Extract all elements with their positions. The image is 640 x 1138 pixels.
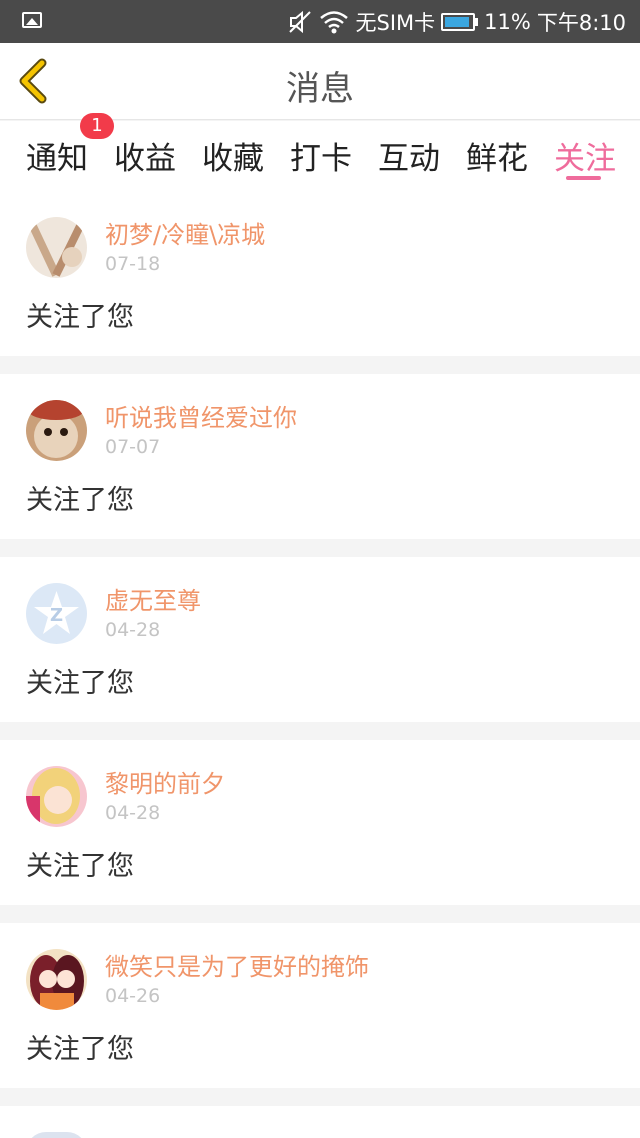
header: 消息 [0, 43, 640, 120]
list-item[interactable]: 初梦/冷瞳\凉城 07-18 关注了您 [0, 191, 640, 356]
list-item[interactable]: 听说我曾经爱过你 07-07 关注了您 [0, 374, 640, 539]
tab-interactions[interactable]: 互动 [378, 133, 440, 178]
tab-earnings[interactable]: 收益 [114, 133, 176, 178]
user-name[interactable]: 虚无至尊 [105, 581, 201, 616]
user-name[interactable]: 微笑只是为了更好的掩饰 [105, 947, 369, 982]
page-title: 消息 [286, 69, 354, 109]
list-item[interactable]: 微笑只是为了更好的掩饰 04-26 关注了您 [0, 923, 640, 1088]
carrier-text: 无SIM卡 [355, 10, 436, 35]
avatar[interactable] [26, 1132, 87, 1138]
avatar[interactable] [26, 949, 87, 1010]
date: 07-07 [105, 436, 161, 458]
battery-icon [441, 12, 479, 31]
user-name[interactable]: 初梦/冷瞳\凉城 [105, 215, 265, 250]
date: 07-18 [105, 253, 161, 275]
message-text: 关注了您 [26, 1034, 134, 1065]
avatar[interactable]: Z [26, 583, 87, 644]
list-item[interactable]: Z 虚无至尊 04-28 关注了您 [0, 557, 640, 722]
avatar[interactable] [26, 766, 87, 827]
message-text: 关注了您 [26, 851, 134, 882]
list-item-partial[interactable] [0, 1106, 640, 1138]
user-name[interactable]: 黎明的前夕 [105, 764, 225, 799]
svg-text:Z: Z [50, 605, 63, 626]
tab-follows[interactable]: 关注 [554, 133, 616, 178]
user-name[interactable]: 听说我曾经爱过你 [105, 398, 297, 433]
tab-flowers[interactable]: 鲜花 [466, 133, 528, 178]
avatar[interactable] [26, 400, 87, 461]
message-text: 关注了您 [26, 485, 134, 516]
tab-notifications[interactable]: 通知 [26, 133, 88, 178]
wifi-icon [319, 10, 349, 34]
tab-checkin[interactable]: 打卡 [290, 133, 352, 178]
active-tab-indicator [566, 176, 601, 180]
message-text: 关注了您 [26, 302, 134, 333]
mute-icon [287, 9, 313, 35]
image-icon [22, 12, 42, 28]
date: 04-28 [105, 802, 161, 824]
battery-percent: 11% [484, 9, 531, 34]
message-text: 关注了您 [26, 668, 134, 699]
notification-badge: 1 [80, 113, 114, 139]
avatar[interactable] [26, 217, 87, 278]
date: 04-28 [105, 619, 161, 641]
tab-favorites[interactable]: 收藏 [202, 133, 264, 178]
date: 04-26 [105, 985, 161, 1007]
clock: 下午8:10 [536, 10, 626, 35]
status-bar: 无SIM卡 11% 下午8:10 [0, 0, 640, 43]
list-item[interactable]: 黎明的前夕 04-28 关注了您 [0, 740, 640, 905]
